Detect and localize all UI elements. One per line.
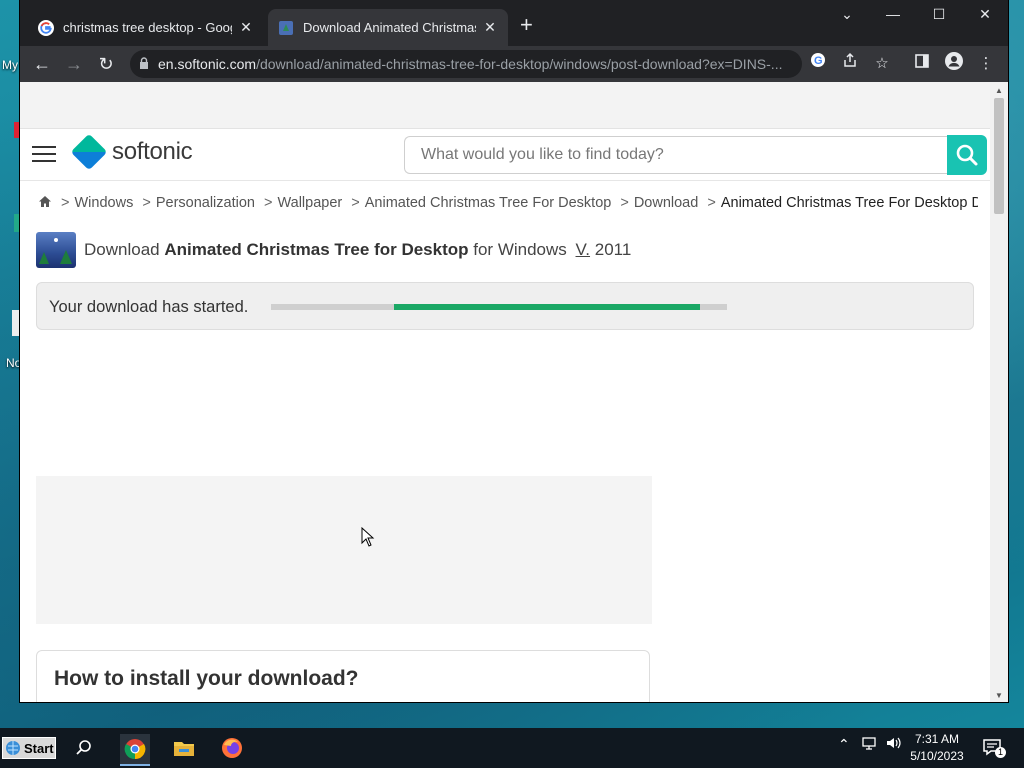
tab-close-icon[interactable]: ✕ bbox=[238, 19, 254, 36]
bookmark-star-icon[interactable]: ☆ bbox=[870, 52, 894, 76]
page-content: softonic What would you like to find tod… bbox=[20, 82, 990, 702]
breadcrumb-link-download[interactable]: Download bbox=[634, 195, 699, 211]
breadcrumb-link-app[interactable]: Animated Christmas Tree For Desktop bbox=[365, 195, 612, 211]
home-icon[interactable] bbox=[38, 195, 52, 208]
download-status-box: Your download has started. bbox=[36, 282, 974, 330]
tab-strip: christmas tree desktop - Google ✕ Downlo… bbox=[20, 0, 1008, 46]
mouse-cursor-icon bbox=[361, 527, 375, 547]
forward-button[interactable]: → bbox=[62, 52, 86, 76]
hamburger-menu-icon[interactable] bbox=[32, 146, 56, 164]
breadcrumb: > Windows > Personalization > Wallpaper > An… bbox=[38, 195, 978, 211]
download-heading-text: Download Animated Christmas Tree for Des… bbox=[84, 240, 632, 259]
tab-close-icon[interactable]: ✕ bbox=[482, 19, 498, 36]
search-button[interactable] bbox=[947, 135, 987, 175]
ad-placeholder bbox=[36, 476, 652, 624]
browser-window: christmas tree desktop - Google ✕ Downlo… bbox=[20, 0, 1008, 702]
maximize-button[interactable]: ☐ bbox=[916, 6, 962, 23]
download-progress-bar bbox=[271, 304, 727, 310]
lock-icon[interactable] bbox=[130, 56, 158, 72]
url-path: /download/animated-christmas-tree-for-de… bbox=[256, 56, 783, 72]
start-button[interactable]: Start bbox=[2, 737, 56, 759]
breadcrumb-link-personalization[interactable]: Personalization bbox=[156, 195, 255, 211]
volume-icon[interactable] bbox=[886, 736, 902, 753]
svg-text:G: G bbox=[814, 55, 823, 67]
breadcrumb-separator: > bbox=[707, 195, 716, 211]
scrollbar-thumb[interactable] bbox=[994, 98, 1004, 214]
softonic-logo[interactable]: softonic bbox=[70, 133, 193, 171]
address-bar[interactable]: en.softonic.com/download/animated-christ… bbox=[130, 50, 802, 78]
breadcrumb-separator: > bbox=[142, 195, 151, 211]
notification-count-badge: 1 bbox=[995, 747, 1006, 758]
app-favicon-icon bbox=[279, 20, 293, 35]
breadcrumb-link-windows[interactable]: Windows bbox=[75, 195, 134, 211]
top-ad-banner bbox=[20, 82, 990, 129]
scroll-up-arrow-icon[interactable]: ▲ bbox=[994, 86, 1004, 95]
logo-text: softonic bbox=[112, 138, 193, 165]
breadcrumb-link-wallpaper[interactable]: Wallpaper bbox=[277, 195, 342, 211]
back-button[interactable]: ← bbox=[30, 52, 54, 76]
chrome-taskbar-icon[interactable] bbox=[120, 734, 150, 766]
version-label: V. bbox=[575, 240, 591, 259]
side-panel-icon[interactable] bbox=[910, 52, 934, 76]
share-icon[interactable] bbox=[838, 52, 862, 76]
search-icon bbox=[956, 144, 978, 166]
download-heading: Download Animated Christmas Tree for Des… bbox=[36, 232, 631, 268]
breadcrumb-separator: > bbox=[620, 195, 629, 211]
profile-avatar-icon[interactable] bbox=[942, 52, 966, 76]
desktop-icon-label-my[interactable]: My bbox=[2, 58, 18, 72]
show-hidden-icons-icon[interactable]: ⌃ bbox=[838, 736, 850, 753]
download-progress-fill bbox=[394, 304, 700, 310]
network-icon[interactable] bbox=[862, 736, 878, 753]
notification-center-icon[interactable]: 1 bbox=[982, 738, 1006, 758]
scroll-down-arrow-icon[interactable]: ▼ bbox=[994, 691, 1004, 700]
taskbar: Start ⌃ 7:31 AM 5/10/2023 1 bbox=[0, 728, 1024, 768]
url-text[interactable]: en.softonic.com/download/animated-christ… bbox=[158, 56, 802, 72]
breadcrumb-separator: > bbox=[264, 195, 273, 211]
search-input[interactable]: What would you like to find today? bbox=[404, 136, 948, 174]
tab-title: christmas tree desktop - Google bbox=[63, 20, 232, 35]
page-scrollbar[interactable]: ▲ ▼ bbox=[990, 82, 1008, 702]
breadcrumb-separator: > bbox=[61, 195, 70, 211]
tab-title: Download Animated Christmas T bbox=[303, 20, 476, 35]
file-explorer-taskbar-icon[interactable] bbox=[170, 734, 198, 762]
browser-toolbar: ← → ↻ en.softonic.com/download/animated-… bbox=[20, 46, 1008, 82]
google-lens-icon[interactable]: G bbox=[806, 52, 830, 76]
windows-globe-icon bbox=[6, 741, 20, 755]
search-taskbar-icon[interactable] bbox=[70, 734, 98, 762]
version-value: 2011 bbox=[590, 240, 632, 259]
tab-softonic-download[interactable]: Download Animated Christmas T ✕ bbox=[268, 9, 508, 46]
breadcrumb-separator: > bbox=[351, 195, 360, 211]
app-name[interactable]: Animated Christmas Tree for Desktop bbox=[164, 240, 468, 259]
close-window-button[interactable]: ✕ bbox=[962, 6, 1008, 23]
breadcrumb-current: Animated Christmas Tree For Desktop Down… bbox=[720, 195, 978, 211]
minimize-button[interactable]: — bbox=[870, 6, 916, 22]
clock-date: 5/10/2023 bbox=[910, 749, 964, 763]
site-header: softonic What would you like to find tod… bbox=[20, 130, 990, 181]
tab-search-dropdown-icon[interactable]: ⌄ bbox=[824, 6, 870, 23]
install-instructions-card: How to install your download? bbox=[36, 650, 650, 702]
new-tab-button[interactable]: + bbox=[520, 14, 533, 36]
start-label: Start bbox=[24, 740, 54, 756]
app-thumbnail-icon bbox=[36, 232, 76, 268]
system-clock[interactable]: 7:31 AM 5/10/2023 bbox=[906, 731, 968, 765]
url-host: en.softonic.com bbox=[158, 56, 257, 72]
google-icon bbox=[38, 19, 54, 36]
menu-kebab-icon[interactable]: ⋮ bbox=[974, 52, 998, 76]
clock-time: 7:31 AM bbox=[914, 732, 960, 746]
tab-google-search[interactable]: christmas tree desktop - Google ✕ bbox=[28, 9, 264, 46]
download-status-text: Your download has started. bbox=[49, 298, 249, 316]
firefox-taskbar-icon[interactable] bbox=[218, 734, 246, 762]
install-title: How to install your download? bbox=[54, 667, 359, 690]
softonic-logo-icon bbox=[70, 133, 108, 171]
reload-button[interactable]: ↻ bbox=[94, 52, 118, 76]
